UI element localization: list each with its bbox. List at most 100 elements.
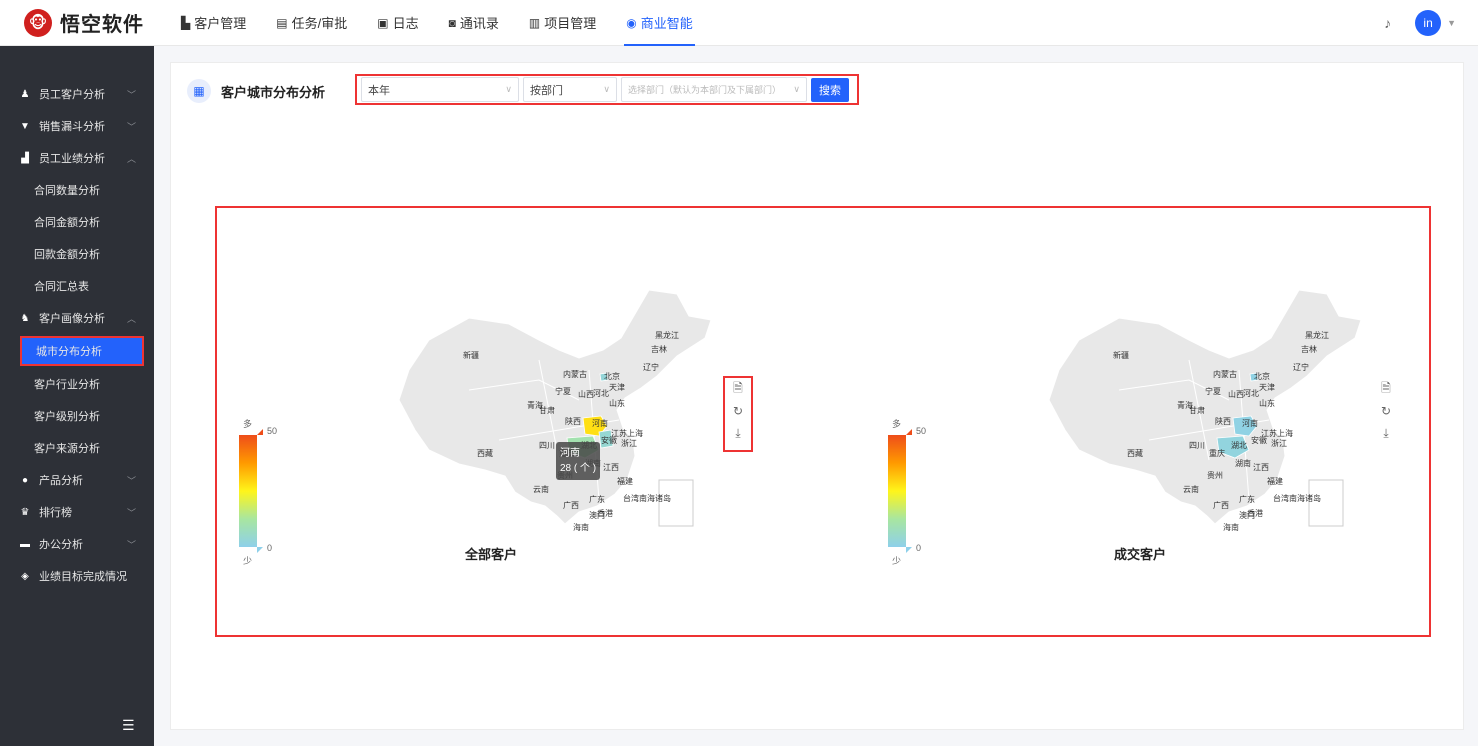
south-china-sea-inset [1308,479,1344,527]
nav-item-1[interactable]: ▤ 任务/审批 [261,0,362,46]
nav-item-3[interactable]: ◙ 通讯录 [434,0,514,46]
sidebar-group-icon: ▬ [20,538,30,550]
filter-bar: 本年 ∨ 按部门 ∨ 选择部门（默认为本部门及下属部门） ∨ 搜索 [355,74,859,105]
sidebar-subitem[interactable]: 城市分布分析 [20,336,144,366]
scope-select[interactable]: 按部门 ∨ [523,77,617,102]
data-view-icon[interactable]: 🗎 [725,378,751,400]
nav-item-label: 客户管理 [194,16,247,31]
sidebar-subitem[interactable]: 合同数量分析 [0,174,154,206]
province-label: 上海 [627,428,643,438]
province-label: 江西 [603,463,619,472]
nav-item-2[interactable]: ▣ 日志 [362,0,433,46]
chevron-down-icon: ∨ [793,84,800,94]
province-label: 香港 [597,508,613,518]
province-label: 上海 [1277,428,1293,438]
china-map[interactable]: 新疆西藏青海甘肃内蒙古宁夏陕西四川重庆云南贵州广西广东湖南湖北河南山西河北北京天… [979,280,1419,550]
contacts-icon: ◙ [448,15,456,30]
legend-max-value: 50 [267,426,278,436]
legend-max-handle[interactable] [257,429,263,435]
province-label: 内蒙古 [1213,369,1237,379]
period-select-value: 本年 [368,84,390,97]
refresh-icon[interactable]: ↻ [725,400,751,422]
sidebar-subitem[interactable]: 客户级别分析 [0,400,154,432]
download-icon[interactable]: ⤓ [1373,422,1399,444]
sidebar-subitem[interactable]: 合同汇总表 [0,270,154,302]
sidebar-group-4[interactable]: ● 产品分析 ﹀ [0,464,154,496]
legend-min-value: 0 [267,543,273,553]
map-all-customers: 新疆西藏青海甘肃内蒙古宁夏陕西四川重庆云南贵州广西广东湖南湖北河南山西河北北京天… [329,280,769,570]
sidebar-subitem[interactable]: 客户行业分析 [0,368,154,400]
visual-map-legend[interactable]: 多 50 0 少 [888,417,928,566]
china-map[interactable]: 新疆西藏青海甘肃内蒙古宁夏陕西四川重庆云南贵州广西广东湖南湖北河南山西河北北京天… [329,280,769,550]
sidebar-group-label: 员工客户分析 [39,89,105,101]
chevron-down-icon: ﹀ [126,121,136,132]
sidebar-group-5[interactable]: ♛ 排行榜 ﹀ [0,496,154,528]
map-base [398,289,712,525]
journal-icon: ▣ [377,15,389,30]
sidebar-subitem[interactable]: 客户来源分析 [0,432,154,464]
avatar[interactable]: in [1415,10,1442,36]
sidebar-group-7[interactable]: ◈ 业绩目标完成情况 [0,560,154,592]
collapse-sidebar-icon[interactable]: ☰ [122,717,135,734]
sidebar-subitem[interactable]: 回款金额分析 [0,238,154,270]
legend-gradient-bar [239,435,257,547]
nav-item-5[interactable]: ◉ 商业智能 [611,0,708,46]
data-view-icon[interactable]: 🗎 [1373,378,1399,400]
province-label: 黑龙江 [1305,330,1329,340]
chevron-down-icon[interactable]: ▼ [1447,18,1456,28]
sidebar-group-1[interactable]: ▼ 销售漏斗分析 ﹀ [0,110,154,142]
legend-min-value: 0 [916,543,922,553]
nav-item-0[interactable]: ▙ 客户管理 [166,0,261,46]
map-deal-customers: 新疆 西藏 青海 甘肃 内蒙古 宁夏 陕西 四川 重庆 云南 贵州 广西 广东 湖南 湖北 河南 山西 河北 北京天… [979,280,1419,570]
chevron-up-icon: ︿ [126,313,136,324]
province-label: 广西 [1213,500,1229,510]
visual-map-legend[interactable]: 多 50 0 少 [239,417,279,566]
chart-title: 成交客户 [1114,547,1167,562]
period-select[interactable]: 本年 ∨ [361,77,519,102]
legend-min-handle[interactable] [257,547,263,553]
legend-min-handle[interactable] [906,547,912,553]
province-label: 河南 [592,418,608,428]
legend-max-handle[interactable] [906,429,912,435]
province-label: 新疆 [1113,350,1129,360]
nav-item-label: 项目管理 [544,16,597,31]
province-label: 甘肃 [1189,405,1205,415]
province-label: 黑龙江 [655,330,679,340]
bi-icon: ◉ [626,15,637,30]
chevron-down-icon: ﹀ [126,89,136,100]
monkey-logo-icon: 🐵 [24,8,52,37]
province-label: 陕西 [1215,416,1231,426]
sidebar-group-2[interactable]: ▟ 员工业绩分析 ︿ [0,142,154,174]
sidebar-group-label: 客户画像分析 [39,313,105,325]
province-label: 西藏 [477,448,493,458]
province-label: 安徽 [601,435,617,445]
refresh-icon[interactable]: ↻ [1373,400,1399,422]
sidebar-menu: ♟ 员工客户分析 ﹀ ▼ 销售漏斗分析 ﹀ ▟ 员工业绩分析 ︿ 合同数量分析 合同金额分析 回款金额… [0,46,154,592]
province-label: 宁夏 [555,386,571,396]
legend-max-value: 50 [916,426,927,436]
search-button[interactable]: 搜索 [811,77,849,102]
app-logo[interactable]: 🐵 悟空软件 [0,8,166,37]
sidebar-group-6[interactable]: ▬ 办公分析 ﹀ [0,528,154,560]
province-label: 江西 [1253,463,1269,472]
download-icon[interactable]: ⤓ [725,422,751,444]
chart-toolbox: 🗎 ↻ ⤓ [723,376,753,452]
province-label: 贵州 [1207,470,1223,480]
legend-gradient-bar [888,435,906,547]
sidebar-group-label: 排行榜 [39,507,72,519]
bell-icon[interactable]: ♪ [1384,15,1391,31]
sidebar-group-3[interactable]: ♞ 客户画像分析 ︿ [0,302,154,334]
nav-item-label: 通讯录 [459,16,499,31]
department-select[interactable]: 选择部门（默认为本部门及下属部门） ∨ [621,77,807,102]
province-label: 西藏 [1127,448,1143,458]
map-grid-icon: ▦ [187,79,211,103]
province-label: 河南 [1242,418,1258,428]
province-label: 甘肃 [539,405,555,415]
province-label: 湖北 [1231,441,1247,450]
province-label: 重庆 [1209,448,1225,458]
nav-item-4[interactable]: ▥ 项目管理 [514,0,611,46]
main-card: ▦ 客户城市分布分析 本年 ∨ 按部门 ∨ 选择部门（默认为本部门及下属部门） … [170,62,1464,730]
sidebar-group-0[interactable]: ♟ 员工客户分析 ﹀ [0,78,154,110]
sidebar-subitem[interactable]: 合同金额分析 [0,206,154,238]
province-label: 河北 [593,388,609,398]
